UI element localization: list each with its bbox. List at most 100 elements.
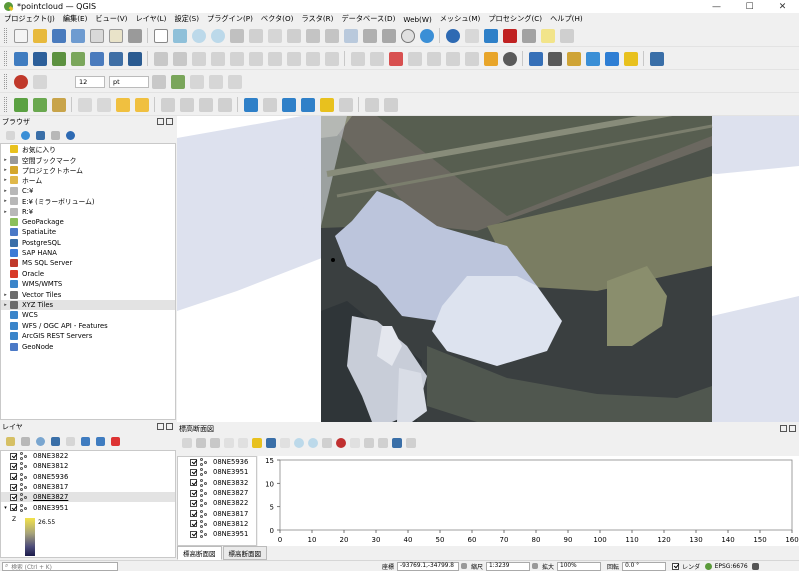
browser-item[interactable]: SpatiaLite [1, 227, 175, 237]
capture-feature-icon[interactable] [210, 438, 220, 448]
browser-item[interactable]: WMS/WMTS [1, 279, 175, 289]
close-panel-button[interactable] [166, 423, 173, 430]
menu-web[interactable]: Web(W) [399, 15, 435, 24]
text-annotation-icon[interactable] [338, 97, 353, 112]
settings-gear-icon[interactable] [483, 28, 498, 43]
browser-item[interactable]: GeoPackage [1, 217, 175, 227]
select-expression-icon[interactable] [115, 97, 130, 112]
profile-layer-checkbox[interactable] [190, 530, 197, 538]
browser-item[interactable]: SAP HANA [1, 248, 175, 258]
menu-view[interactable]: ビュー(V) [91, 14, 131, 24]
visibility-icon[interactable] [36, 436, 45, 446]
zoom-full-icon[interactable] [229, 28, 244, 43]
rotation-field[interactable]: 0.0 ° [622, 561, 667, 571]
layer-visibility-checkbox[interactable] [10, 452, 17, 460]
profile-layer-row[interactable]: 08NE3822 [178, 498, 256, 508]
star-icon[interactable] [319, 97, 334, 112]
crs-label[interactable]: EPSG:6676 [715, 563, 748, 570]
new-project-icon[interactable] [13, 28, 28, 43]
lock-scale-icon[interactable] [532, 563, 539, 569]
scale-field[interactable]: 1:3239 [486, 561, 531, 571]
label-rotate-icon[interactable] [426, 51, 441, 66]
zoom-native-icon[interactable] [286, 28, 301, 43]
vertex-tool-icon[interactable] [210, 51, 225, 66]
menu-project[interactable]: プロジェクト(J) [0, 14, 59, 24]
profile-layer-checkbox[interactable] [190, 510, 197, 518]
filter-icon[interactable] [36, 130, 45, 140]
measure-icon[interactable] [521, 28, 536, 43]
unit-select[interactable]: pt [109, 75, 149, 88]
profile-layer-checkbox[interactable] [190, 468, 197, 476]
expand-arrow-icon[interactable]: ▸ [1, 157, 10, 163]
annotation-icon[interactable] [540, 28, 555, 43]
delete-icon[interactable] [229, 51, 244, 66]
locator-icon[interactable] [32, 97, 47, 112]
new-layer-icon[interactable] [32, 51, 47, 66]
add-group-icon[interactable] [21, 436, 30, 446]
delete-part-icon[interactable] [189, 74, 204, 89]
browser-item[interactable]: ▸ ホーム [1, 175, 175, 185]
add-vector-icon[interactable] [51, 51, 66, 66]
browser-item[interactable]: PostgreSQL [1, 238, 175, 248]
identify-icon[interactable] [266, 438, 276, 448]
maximize-button[interactable]: ☐ [733, 0, 766, 13]
add-selected-icon[interactable] [6, 130, 15, 140]
add-mesh-icon[interactable] [89, 51, 104, 66]
pan-to-selection-icon[interactable] [172, 28, 187, 43]
profile-layer-checkbox[interactable] [190, 520, 197, 528]
zoom-out-icon[interactable] [308, 438, 318, 448]
menu-edit[interactable]: 編集(E) [59, 14, 92, 24]
browser-item[interactable]: ArcGIS REST Servers [1, 331, 175, 341]
sync-icon[interactable] [585, 51, 600, 66]
layer-visibility-checkbox[interactable] [10, 462, 17, 470]
edit-pencil-icon[interactable] [153, 51, 168, 66]
minimize-button[interactable]: — [700, 0, 733, 13]
zoom-last-icon[interactable] [305, 28, 320, 43]
label-abc-icon[interactable] [243, 97, 258, 112]
layer-visibility-checkbox[interactable] [10, 493, 17, 501]
tab-profile-1[interactable]: 標高断面図 [177, 546, 222, 560]
filter-icon[interactable] [51, 436, 60, 446]
layout-manager-icon[interactable] [108, 28, 123, 43]
text-box-icon[interactable] [364, 97, 379, 112]
snapping-icon[interactable] [32, 74, 47, 89]
label-tool-icon[interactable] [262, 97, 277, 112]
zoom-selection-icon[interactable] [248, 28, 263, 43]
browser-item[interactable]: WCS [1, 310, 175, 320]
new-3d-view-icon[interactable] [362, 28, 377, 43]
profile-layer-row[interactable]: 08NE3951 [178, 529, 256, 539]
layer-tree-toggle-icon[interactable] [182, 438, 192, 448]
browser-item[interactable]: WFS / OGC API - Features [1, 321, 175, 331]
nudge-right-icon[interactable] [238, 438, 248, 448]
browser-item[interactable]: ▸ Vector Tiles [1, 289, 175, 299]
add-wms-icon[interactable] [127, 51, 142, 66]
export-pdf-icon[interactable] [364, 438, 374, 448]
menu-layer[interactable]: レイヤ(L) [131, 14, 170, 24]
add-raster-icon[interactable] [70, 51, 85, 66]
digitize-icon[interactable] [191, 51, 206, 66]
layer-row[interactable]: 08NE3812 [1, 461, 175, 471]
magnet-icon[interactable] [13, 74, 28, 89]
profile-layer-checkbox[interactable] [190, 489, 197, 497]
attribute-table-icon[interactable] [464, 28, 479, 43]
zoom-full-icon[interactable] [322, 438, 332, 448]
zoom-out-icon[interactable] [210, 28, 225, 43]
print-layout-icon[interactable] [89, 28, 104, 43]
move-feature-icon[interactable] [604, 51, 619, 66]
browser-item[interactable]: ▸ 空間ブックマーク [1, 154, 175, 165]
select-value-icon[interactable] [96, 97, 111, 112]
label-change-icon[interactable] [445, 51, 460, 66]
toggle-editing-icon[interactable] [172, 51, 187, 66]
label-show-icon[interactable] [464, 51, 479, 66]
processing-tool-icon[interactable] [566, 51, 581, 66]
split-icon[interactable] [208, 74, 223, 89]
browser-item[interactable]: ▸ R:¥ [1, 206, 175, 216]
layer-row[interactable]: 08NE3827 [1, 492, 175, 503]
undo-icon[interactable] [305, 51, 320, 66]
plugin-yellow-icon[interactable] [623, 51, 638, 66]
browser-item[interactable]: MS SQL Server [1, 258, 175, 268]
zoom-layer-icon[interactable] [267, 28, 282, 43]
browser-item[interactable]: ▸ E:¥ (ミラーボリューム) [1, 196, 175, 206]
layer-visibility-checkbox[interactable] [10, 504, 17, 512]
float-panel-button[interactable] [780, 425, 787, 432]
